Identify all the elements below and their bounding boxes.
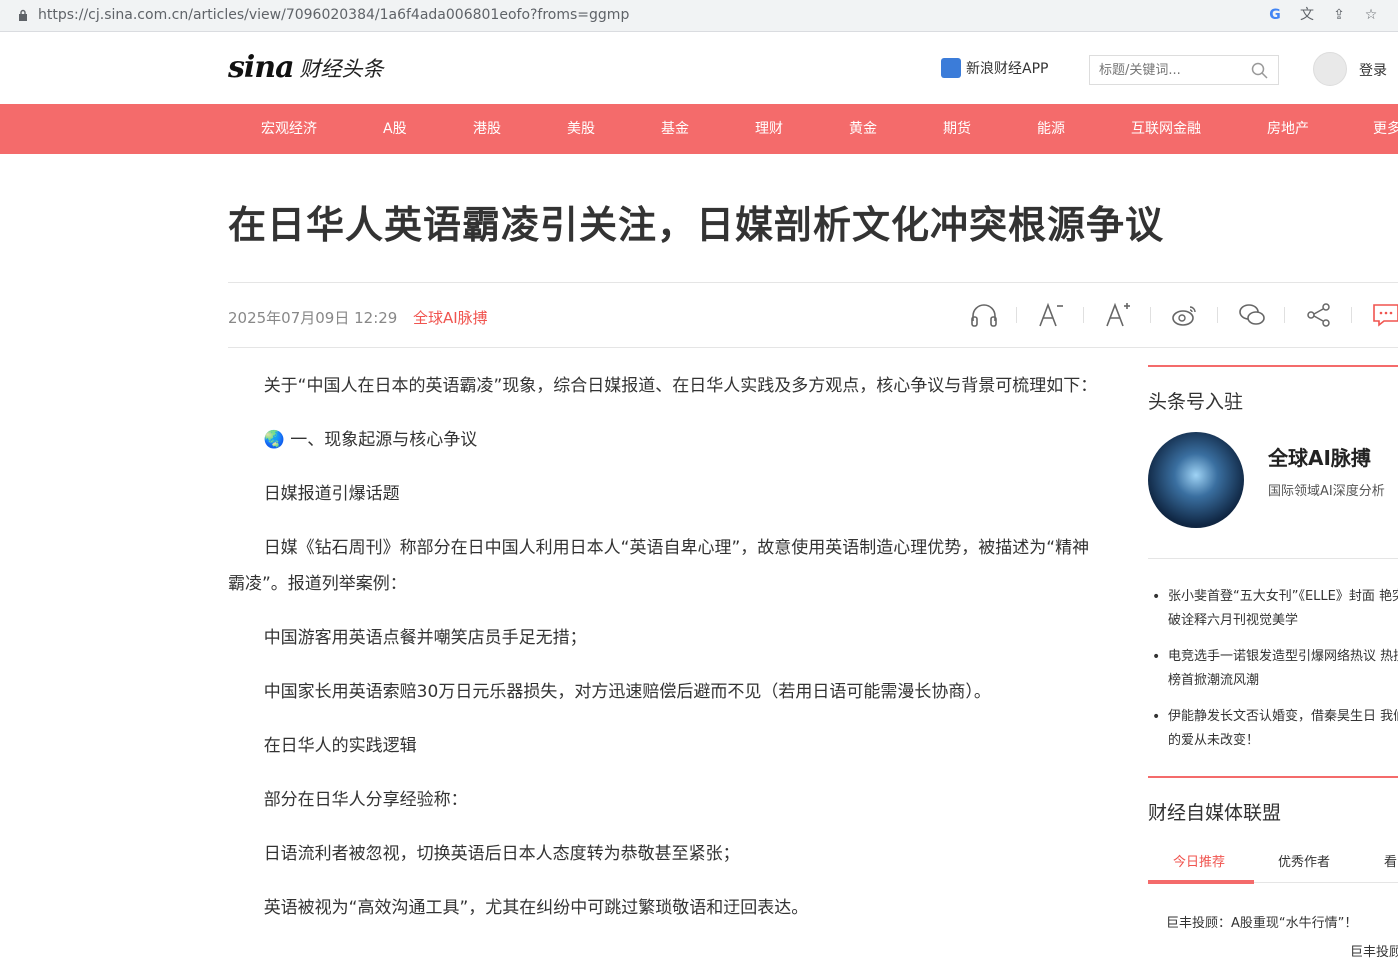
paragraph: 中国游客用英语点餐并嘲笑店员手足无措； [263,628,587,648]
recommend-item[interactable]: 巨丰投顾：A股重现“水牛行情”！ [1166,912,1357,931]
nav-item[interactable]: 互联网金融 [1131,104,1201,154]
app-icon [941,58,961,78]
article-date: 2025年07月09日 12:29 [228,309,398,327]
divider [1148,558,1398,559]
article-source[interactable]: 全球AI脉搏 [413,307,488,328]
news-item[interactable]: 伊能静发长文否认婚变，借秦昊生日 我们的爱从未改变！ [1148,705,1398,753]
nav-item[interactable]: 港股 [473,104,501,154]
channel-nav: 宏观经济 A股 港股 美股 基金 理财 黄金 期货 能源 互联网金融 房地产 更… [0,104,1398,154]
paragraph: 日媒《钻石周刊》称部分在日中国人利用日本人“英语自卑心理”，故意使用英语制造心理… [228,538,1090,594]
nav-item[interactable]: 期货 [943,104,971,154]
browser-address-bar[interactable]: https://cj.sina.com.cn/articles/view/709… [0,0,1398,32]
nav-item[interactable]: 房地产 [1267,104,1309,154]
site-header: sina 财经头条 新浪财经APP 登录 [0,33,1398,103]
logo-wordmark: sina [228,50,295,85]
star-icon[interactable]: ☆ [1362,6,1380,24]
google-icon[interactable]: G [1266,6,1284,24]
nav-item[interactable]: 更多 [1373,104,1398,154]
url-text[interactable]: https://cj.sina.com.cn/articles/view/709… [38,7,629,23]
news-item[interactable]: 张小斐首登“五大女刊”《ELLE》封面 艳突破诠释六月刊视觉美学 [1148,585,1398,633]
paragraph: 日语流利者被忽视，切换英语后日本人态度转为恭敬甚至紧张； [263,844,740,864]
search-icon[interactable] [1251,62,1268,79]
sidebar-section-title: 财经自媒体联盟 [1148,802,1282,824]
article-meta: 2025年07月09日 12:29 全球AI脉搏 [228,282,1398,348]
sidebar-media-section: 财经自媒体联盟 今日推荐 优秀作者 看 巨丰投顾：A股重现“水牛行情”！ 巨丰投… [1148,776,1398,960]
wechat-icon[interactable] [1218,297,1285,333]
user-avatar[interactable] [1313,52,1347,86]
share-icon[interactable]: ⇪ [1330,6,1348,24]
article-title: 在日华人英语霸凌引关注，日媒剖析文化冲突根源争议 [228,203,1165,247]
search-box[interactable] [1089,55,1279,85]
nav-item[interactable]: 能源 [1037,104,1065,154]
sina-logo[interactable]: sina 财经头条 [228,51,384,85]
weibo-icon[interactable] [1151,297,1218,333]
sidebar-author-section: 头条号入驻 全球AI脉搏 国际领域AI深度分析 张小斐首登“五大女刊”《ELLE… [1148,365,1398,753]
nav-item[interactable]: 黄金 [849,104,877,154]
font-increase-icon[interactable] [1084,297,1151,333]
nav-item[interactable]: 理财 [755,104,783,154]
active-tab-indicator [1148,880,1254,884]
app-download-link[interactable]: 新浪财经APP [941,58,1048,78]
headphones-icon[interactable] [950,297,1017,333]
comment-icon[interactable] [1352,297,1398,333]
paragraph: 英语被视为“高效沟通工具”，尤其在纠纷中可跳过繁琐敬语和迂回表达。 [263,898,809,918]
nav-item[interactable]: 美股 [567,104,595,154]
author-name[interactable]: 全球AI脉搏 [1268,442,1371,471]
paragraph: 中国家长用英语索赔30万日元乐器损失，对方迅速赔偿后避而不见（若用日语可能需漫长… [263,682,991,702]
search-input[interactable] [1090,56,1240,84]
section-heading: 🌏 一、现象起源与核心争议 [263,430,478,450]
paragraph: 部分在日华人分享经验称： [263,790,468,810]
sidebar: 头条号入驻 全球AI脉搏 国际领域AI深度分析 张小斐首登“五大女刊”《ELLE… [1148,365,1398,960]
share-icon[interactable] [1285,297,1352,333]
login-link[interactable]: 登录 [1359,60,1387,80]
recommend-item[interactable]: 巨丰投顾 [1350,941,1398,960]
paragraph: 在日华人的实践逻辑 [263,736,417,756]
author-avatar[interactable] [1148,432,1244,528]
translate-icon[interactable]: 文 [1298,6,1316,24]
paragraph: 日媒报道引爆话题 [263,484,400,504]
paragraph: 关于“中国人在日本的英语霸凌”现象，综合日媒报道、在日华人实践及多方观点，核心争… [263,376,1098,396]
author-profile[interactable]: 全球AI脉搏 国际领域AI深度分析 [1148,432,1398,532]
nav-item[interactable]: 宏观经济 [261,104,317,154]
article-body: 关于“中国人在日本的英语霸凌”现象，综合日媒报道、在日华人实践及多方观点，核心争… [228,368,1098,944]
app-label: 新浪财经APP [966,61,1049,77]
tab-today[interactable]: 今日推荐 [1173,851,1225,870]
article-toolbar [950,297,1398,333]
tab-more[interactable]: 看 [1384,851,1397,870]
nav-item[interactable]: 基金 [661,104,689,154]
sidebar-news-list: 张小斐首登“五大女刊”《ELLE》封面 艳突破诠释六月刊视觉美学 电竞选手一诺银… [1148,585,1398,753]
tab-authors[interactable]: 优秀作者 [1278,851,1330,870]
news-item[interactable]: 电竞选手一诺银发造型引爆网络热议 热搜榜首掀潮流风潮 [1148,645,1398,693]
sidebar-section-title: 头条号入驻 [1148,391,1244,413]
font-decrease-icon[interactable] [1017,297,1084,333]
nav-item[interactable]: A股 [383,104,407,154]
logo-subtitle: 财经头条 [299,57,384,81]
lock-icon [19,9,27,21]
author-description: 国际领域AI深度分析 [1268,484,1385,499]
sidebar-tabs: 今日推荐 优秀作者 看 [1148,843,1398,884]
